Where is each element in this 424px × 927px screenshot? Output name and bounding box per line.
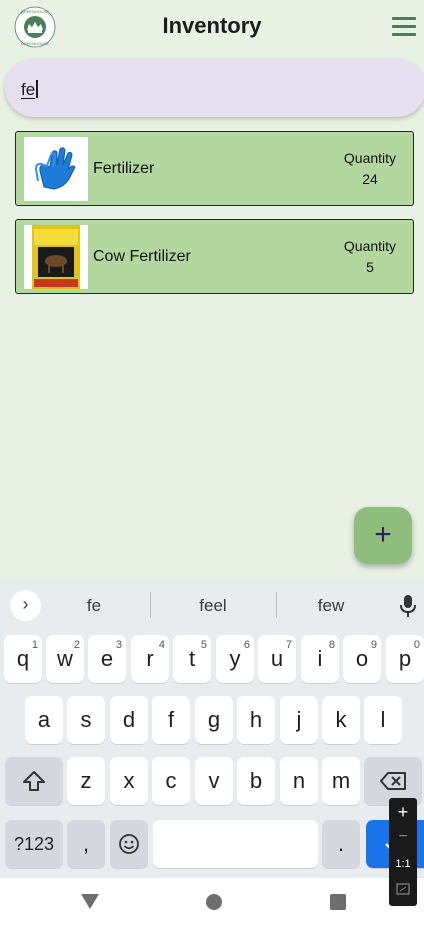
back-triangle-icon[interactable] (81, 894, 99, 909)
inventory-item-card[interactable]: Fertilizer Quantity 24 (15, 131, 414, 206)
shift-key[interactable] (5, 757, 63, 805)
key-c[interactable]: c (152, 757, 190, 805)
inventory-item-card[interactable]: Cow Fertilizer Quantity 5 (15, 219, 414, 294)
home-circle-icon[interactable] (206, 894, 222, 910)
key-q[interactable]: q1 (4, 635, 42, 683)
divider (150, 592, 151, 618)
hamburger-menu-icon[interactable] (390, 15, 416, 37)
key-e[interactable]: e3 (88, 635, 126, 683)
quantity-value: 24 (362, 171, 378, 187)
add-item-button[interactable]: + (354, 507, 412, 564)
suggestion-strip: › fe feel few (0, 580, 424, 630)
key-g[interactable]: g (195, 696, 233, 744)
key-x[interactable]: x (110, 757, 148, 805)
search-input[interactable]: fe (21, 80, 38, 100)
key-r[interactable]: r4 (131, 635, 169, 683)
key-u[interactable]: u7 (258, 635, 296, 683)
key-t[interactable]: t5 (173, 635, 211, 683)
zoom-out-button[interactable]: − (389, 828, 417, 846)
emoji-key[interactable] (110, 820, 148, 868)
key-n[interactable]: n (280, 757, 318, 805)
space-bar[interactable] (153, 820, 318, 868)
zoom-reset-button[interactable]: 1:1 (389, 858, 417, 870)
period-key[interactable]: . (322, 820, 360, 868)
key-i[interactable]: i8 (301, 635, 339, 683)
key-l[interactable]: l (364, 696, 402, 744)
symbols-key[interactable]: ?123 (5, 820, 63, 868)
key-o[interactable]: o9 (343, 635, 381, 683)
key-y[interactable]: y6 (216, 635, 254, 683)
key-d[interactable]: d (110, 696, 148, 744)
key-j[interactable]: j (280, 696, 318, 744)
key-f[interactable]: f (152, 696, 190, 744)
suggestion-item[interactable]: feel (163, 596, 263, 616)
key-m[interactable]: m (322, 757, 360, 805)
chevron-right-icon[interactable]: › (10, 590, 41, 621)
item-name: Fertilizer (93, 160, 155, 177)
search-bar[interactable]: fe (5, 59, 424, 117)
zoom-controls: + − 1:1 (389, 798, 417, 906)
on-screen-keyboard: › fe feel few q1 w2 e3 r4 t5 y6 u7 i8 o9… (0, 580, 424, 878)
item-image (24, 137, 88, 201)
blue-gloves-icon (34, 147, 76, 190)
key-a[interactable]: a (25, 696, 63, 744)
key-z[interactable]: z (67, 757, 105, 805)
item-name: Cow Fertilizer (93, 248, 191, 265)
key-p[interactable]: p0 (386, 635, 424, 683)
fit-screen-icon[interactable] (389, 882, 417, 900)
microphone-icon[interactable] (398, 594, 418, 618)
suggestion-item[interactable]: fe (44, 596, 144, 616)
quantity-label: Quantity (343, 150, 397, 166)
app-screen: GREENHOUSE GREENHOUSE Inventory fe Ferti… (0, 0, 424, 580)
zoom-in-button[interactable]: + (389, 802, 417, 823)
page-title: Inventory (162, 13, 262, 38)
backspace-icon (380, 772, 406, 790)
text-caret (36, 80, 38, 98)
divider (276, 592, 277, 618)
key-s[interactable]: s (67, 696, 105, 744)
key-h[interactable]: h (237, 696, 275, 744)
recents-square-icon[interactable] (330, 894, 346, 910)
app-header: GREENHOUSE GREENHOUSE Inventory (0, 0, 424, 54)
smiley-icon (119, 834, 139, 854)
svg-text:GREENHOUSE: GREENHOUSE (21, 41, 50, 46)
suggestion-item[interactable]: few (281, 596, 381, 616)
item-image (24, 225, 88, 289)
quantity-value: 5 (366, 259, 374, 275)
shift-arrow-icon (23, 771, 45, 791)
key-v[interactable]: v (195, 757, 233, 805)
key-b[interactable]: b (237, 757, 275, 805)
comma-key[interactable]: , (67, 820, 105, 868)
key-k[interactable]: k (322, 696, 360, 744)
fertilizer-bag-icon (32, 225, 80, 289)
quantity-label: Quantity (343, 238, 397, 254)
key-w[interactable]: w2 (46, 635, 84, 683)
